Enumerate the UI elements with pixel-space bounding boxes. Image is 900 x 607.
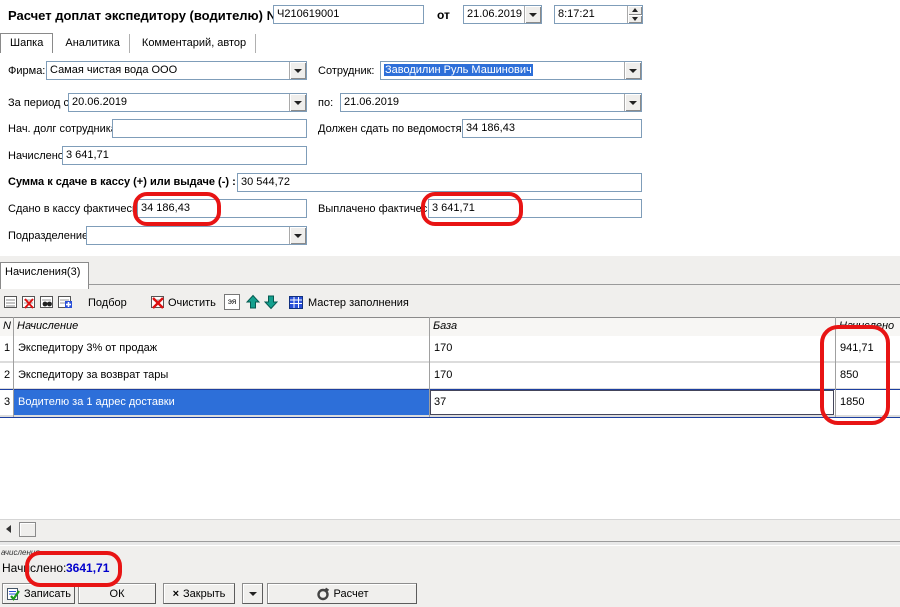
grid-line: [835, 317, 836, 417]
save-button[interactable]: Записать: [2, 583, 75, 604]
chevron-down-icon[interactable]: [289, 227, 306, 244]
panel-caption: ачисления: [1, 548, 40, 557]
chevron-down-icon[interactable]: [289, 94, 306, 111]
move-up-icon[interactable]: [246, 294, 260, 310]
chevron-down-icon[interactable]: [524, 6, 541, 23]
doc-date-combo[interactable]: 21.06.2019: [463, 5, 542, 24]
period-to-combo[interactable]: 21.06.2019: [340, 93, 642, 112]
col-header-accrued: Начислено: [839, 320, 894, 332]
scroll-left-icon[interactable]: [2, 522, 15, 535]
period-to-label: по:: [318, 97, 333, 109]
copy-row-icon[interactable]: [57, 294, 73, 310]
initial-debt-input[interactable]: [112, 119, 307, 138]
h-scrollbar[interactable]: [0, 519, 900, 538]
initial-debt-label: Нач. долг сотрудника:: [8, 123, 120, 135]
grid-line: [429, 317, 430, 417]
tabstrip-line: [0, 284, 900, 285]
move-down-icon[interactable]: [264, 294, 278, 310]
chevron-down-icon[interactable]: [624, 62, 641, 79]
must-hand-over-input[interactable]: 34 186,43: [462, 119, 642, 138]
period-from-combo[interactable]: 20.06.2019: [68, 93, 307, 112]
grid-line: [13, 317, 14, 417]
tab-shapka[interactable]: Шапка: [0, 33, 53, 53]
find-row-icon[interactable]: [39, 294, 55, 310]
col-header-base: База: [433, 320, 457, 332]
total-value: 3641,71: [66, 561, 109, 575]
firm-combo[interactable]: Самая чистая вода ООО: [46, 61, 307, 80]
sort-icon[interactable]: эя: [224, 294, 240, 310]
time-spin-buttons[interactable]: [627, 6, 642, 23]
save-icon: [6, 587, 20, 601]
accrued-input[interactable]: 3 641,71: [62, 146, 307, 165]
fill-master-icon[interactable]: [288, 294, 304, 310]
clear-table-icon[interactable]: [150, 294, 166, 310]
fill-master-button[interactable]: Мастер заполнения: [308, 295, 409, 311]
close-options-button[interactable]: [242, 583, 263, 604]
must-hand-over-label: Должен сдать по ведомостям:: [318, 123, 472, 135]
selected-text: Заводилин Руль Машинович: [384, 64, 533, 76]
chevron-down-icon[interactable]: [289, 62, 306, 79]
cash-actual-label: Сдано в кассу фактически:: [8, 203, 146, 215]
paid-actual-label: Выплачено фактически:: [318, 203, 441, 215]
table-row[interactable]: 2 Экспедитору за возврат тары 170 850: [0, 363, 900, 390]
col-header-name: Начисление: [17, 320, 78, 332]
division-label: Подразделение:: [8, 230, 91, 242]
chevron-down-icon: [249, 592, 257, 596]
doc-time-spinner[interactable]: 8:17:21: [554, 5, 643, 24]
period-from-label: За период с:: [8, 97, 72, 109]
calc-button[interactable]: Расчет: [267, 583, 417, 604]
page-title: Расчет доплат экспедитору (водителю) №: [8, 8, 281, 23]
spin-down-icon: [627, 15, 642, 24]
close-icon: ×: [173, 588, 179, 600]
sum-input[interactable]: 30 544,72: [237, 173, 642, 192]
divider: [0, 541, 900, 546]
close-button[interactable]: × Закрыть: [163, 583, 235, 604]
spin-up-icon: [627, 6, 642, 15]
calc-icon: [316, 587, 330, 601]
sum-label: Сумма к сдаче в кассу (+) или выдаче (-)…: [8, 176, 236, 188]
doc-number-input[interactable]: Ч210619001: [273, 5, 424, 24]
pick-button[interactable]: Подбор: [88, 295, 127, 311]
employee-label: Сотрудник:: [318, 65, 375, 77]
clear-button[interactable]: Очистить: [168, 295, 216, 311]
tab-accruals[interactable]: Начисления(3): [0, 262, 89, 289]
table-row-selected[interactable]: 3 Водителю за 1 адрес доставки 37 1850: [0, 390, 900, 417]
col-header-n: N: [3, 320, 11, 332]
accrued-label: Начислено:: [8, 150, 67, 162]
tab-comment[interactable]: Комментарий, автор: [133, 34, 256, 53]
employee-combo[interactable]: Заводилин Руль Машинович: [380, 61, 642, 80]
division-combo[interactable]: [86, 226, 307, 245]
doc-date-label: от: [437, 8, 450, 22]
delete-row-icon[interactable]: [21, 294, 37, 310]
select-row-icon[interactable]: [3, 294, 19, 310]
header-tabs: Шапка Аналитика Комментарий, автор: [0, 33, 256, 54]
ok-button[interactable]: ОК: [78, 583, 156, 604]
scroll-thumb[interactable]: [19, 522, 36, 537]
accruals-toolbar: Подбор Очистить эя Мастер заполнения: [0, 293, 900, 313]
firm-label: Фирма:: [8, 65, 45, 77]
document-window: Расчет доплат экспедитору (водителю) № Ч…: [0, 0, 900, 607]
paid-actual-input[interactable]: 3 641,71: [428, 199, 642, 218]
cash-actual-input[interactable]: 34 186,43: [137, 199, 307, 218]
chevron-down-icon[interactable]: [624, 94, 641, 111]
table-header: N Начисление База Начислено: [0, 317, 900, 337]
table-row[interactable]: 1 Экспедитору 3% от продаж 170 941,71: [0, 336, 900, 363]
tab-analytics[interactable]: Аналитика: [56, 34, 129, 53]
total-label: Начислено:: [2, 561, 66, 575]
